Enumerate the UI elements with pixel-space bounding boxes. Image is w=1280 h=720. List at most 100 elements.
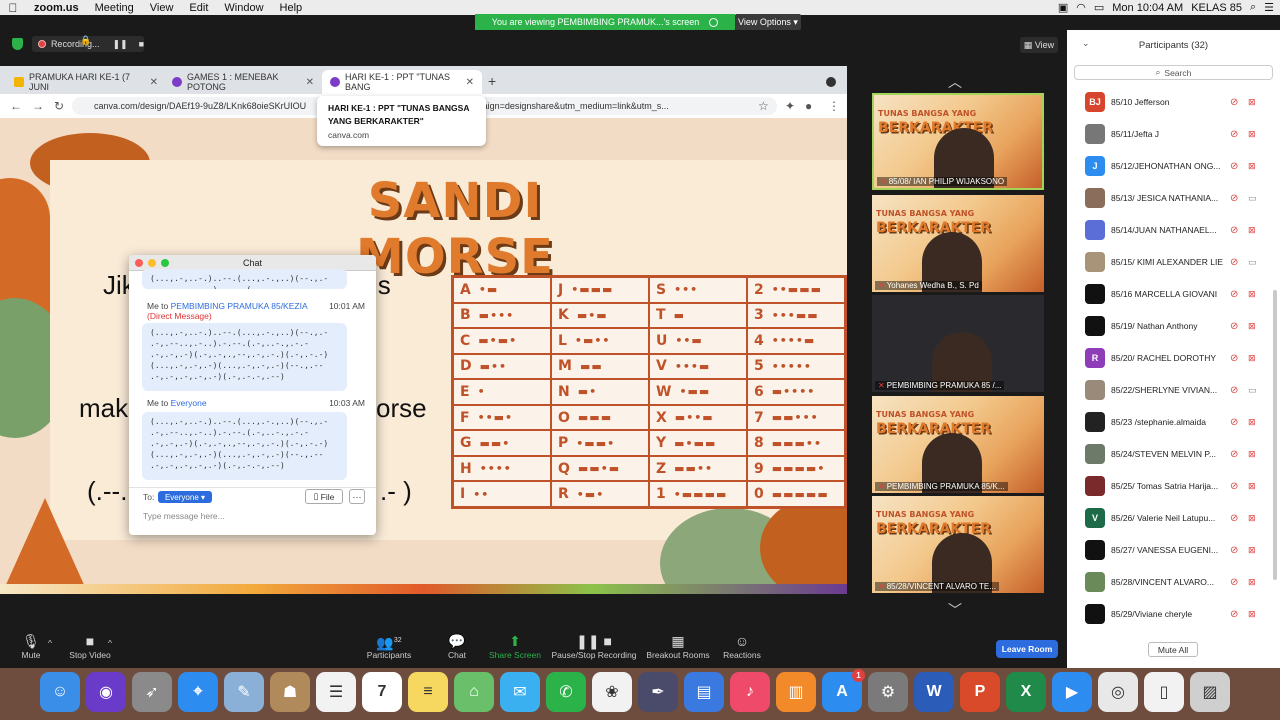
participant-row[interactable]: V 85/26/ Valerie Neil Latupu... ⊘ ⊠ — [1067, 502, 1280, 534]
close-icon[interactable]: ✕ — [466, 77, 474, 88]
dock-documents-icon[interactable]: ▯ — [1144, 672, 1184, 712]
reactions-button[interactable]: ☺ Reactions — [722, 632, 762, 660]
video-tile[interactable]: TUNAS BANGSA YANG BERKARAKTER ✕ PEMBIMBING … — [872, 396, 1044, 493]
bookmark-star-icon[interactable]: ☆ — [758, 99, 769, 113]
view-options-button[interactable]: View Options ▾ — [735, 14, 801, 30]
video-tile[interactable]: ✕ PEMBIMBING PRAMUKA 85 /... — [872, 295, 1044, 392]
muted-mic-icon[interactable]: ⊘ — [1230, 97, 1238, 108]
tab-search-icon[interactable] — [826, 77, 836, 87]
participants-search-input[interactable]: ⌕ Search — [1074, 65, 1273, 80]
participant-row[interactable]: 85/14/JUAN NATHANAEL... ⊘ ⊠ — [1067, 214, 1280, 246]
battery-icon[interactable]: ▭ — [1094, 1, 1104, 14]
menu-window[interactable]: Window — [216, 2, 271, 14]
muted-mic-icon[interactable]: ⊘ — [1230, 513, 1238, 524]
video-tile[interactable]: TUNAS BANGSA YANG BERKARAKTER ✕ 85/08/ IAN … — [872, 93, 1044, 190]
browser-tab-hari-ke-1[interactable]: HARI KE-1 : PPT "TUNAS BANG ✕ — [322, 70, 482, 94]
wifi-icon[interactable]: ◠ — [1076, 1, 1086, 14]
video-off-icon[interactable]: ⊠ — [1248, 353, 1256, 364]
menu-help[interactable]: Help — [272, 2, 311, 14]
dock-trash-icon[interactable]: ▨ — [1190, 672, 1230, 712]
muted-mic-icon[interactable]: ⊘ — [1230, 225, 1238, 236]
participant-row[interactable]: 85/15/ KIMI ALEXANDER LIE ⊘ ▭ — [1067, 246, 1280, 278]
participant-row[interactable]: BJ 85/10 Jefferson ⊘ ⊠ — [1067, 86, 1280, 118]
dock-siri-icon[interactable]: ◉ — [86, 672, 126, 712]
dock-messages-icon[interactable]: ✉ — [500, 672, 540, 712]
pause-stop-recording-button[interactable]: ❚❚ ■ Pause/Stop Recording — [551, 632, 637, 660]
close-icon[interactable]: ✕ — [150, 77, 158, 88]
dock-finder-icon[interactable]: ☺ — [40, 672, 80, 712]
dock-launchpad-icon[interactable]: ➶ — [132, 672, 172, 712]
browser-tab-games[interactable]: GAMES 1 : MENEBAK POTONG ✕ — [164, 70, 322, 94]
dock-system-preferences-icon[interactable]: ⚙ — [868, 672, 908, 712]
muted-mic-icon[interactable]: ⊘ — [1230, 129, 1238, 140]
breakout-rooms-button[interactable]: ▦ Breakout Rooms — [646, 632, 710, 660]
participant-row[interactable]: 85/25/ Tomas Satria Harija... ⊘ ⊠ — [1067, 470, 1280, 502]
participant-row[interactable]: 85/22/SHERLYNE VIVIAN... ⊘ ▭ — [1067, 374, 1280, 406]
dock-photos-icon[interactable]: ❀ — [592, 672, 632, 712]
muted-mic-icon[interactable]: ⊘ — [1230, 257, 1238, 268]
spotlight-icon[interactable]: ⌕ — [1250, 1, 1256, 14]
pause-recording-icon[interactable]: ❚❚ — [112, 39, 127, 50]
video-off-icon[interactable]: ⊠ — [1248, 513, 1256, 524]
collapse-panel-icon[interactable]: ⌄ — [1082, 38, 1090, 49]
muted-mic-icon[interactable]: ⊘ — [1230, 545, 1238, 556]
control-center-icon[interactable]: ☰ — [1264, 1, 1274, 14]
leave-room-button[interactable]: Leave Room — [996, 640, 1058, 658]
dock-facetime-icon[interactable]: ✆ — [546, 672, 586, 712]
lock-icon[interactable]: 🔒 — [80, 35, 91, 46]
video-off-icon[interactable]: ⊠ — [1248, 481, 1256, 492]
participant-row[interactable]: 85/16 MARCELLA GIOVANI ⊘ ⊠ — [1067, 278, 1280, 310]
close-icon[interactable]: ✕ — [306, 77, 314, 88]
muted-mic-icon[interactable]: ⊘ — [1230, 481, 1238, 492]
profile-avatar-icon[interactable]: ● — [805, 99, 812, 113]
participant-row[interactable]: J 85/12/JEHONATHAN ONG... ⊘ ⊠ — [1067, 150, 1280, 182]
video-off-icon[interactable]: ⊠ — [1248, 449, 1256, 460]
menubar-clock[interactable]: Mon 10:04 AM — [1112, 2, 1183, 14]
participants-scrollbar[interactable] — [1273, 290, 1277, 580]
dock-word-icon[interactable]: W — [914, 672, 954, 712]
muted-mic-icon[interactable]: ⊘ — [1230, 353, 1238, 364]
participant-row[interactable]: 85/24/STEVEN MELVIN P... ⊘ ⊠ — [1067, 438, 1280, 470]
muted-mic-icon[interactable]: ⊘ — [1230, 417, 1238, 428]
zoom-window-icon[interactable] — [161, 259, 169, 267]
zoom-status-icon[interactable]: ▣ — [1058, 1, 1068, 14]
video-tile[interactable]: TUNAS BANGSA YANG BERKARAKTER ✕ 85/28/VINCE… — [872, 496, 1044, 593]
participant-row[interactable]: R 85/20/ RACHEL DOROTHY ⊘ ⊠ — [1067, 342, 1280, 374]
dock-notes-icon[interactable]: ≡ — [408, 672, 448, 712]
muted-mic-icon[interactable]: ⊘ — [1230, 161, 1238, 172]
reload-icon[interactable]: ↻ — [54, 99, 64, 113]
stop-video-button[interactable]: ■ Stop Video — [66, 632, 114, 660]
chat-more-button[interactable]: ··· — [349, 489, 365, 504]
dock-keynote-icon[interactable]: ▤ — [684, 672, 724, 712]
browser-menu-icon[interactable]: ⋮ — [828, 99, 840, 113]
dock-zoom-icon[interactable]: ▶ — [1052, 672, 1092, 712]
video-off-icon[interactable]: ⊠ — [1248, 225, 1256, 236]
menu-meeting[interactable]: Meeting — [87, 2, 142, 14]
participant-row[interactable]: 85/11/Jefta J ⊘ ⊠ — [1067, 118, 1280, 150]
dock-safari-icon[interactable]: ⌖ — [178, 672, 218, 712]
menu-edit[interactable]: Edit — [181, 2, 216, 14]
chat-recipient-link[interactable]: PEMBIMBING PRAMUKA 85/KEZIA — [171, 301, 308, 311]
chat-recipient-dropdown[interactable]: Everyone ▾ — [158, 491, 212, 503]
video-off-icon[interactable]: ⊠ — [1248, 417, 1256, 428]
browser-tab-pramuka[interactable]: PRAMUKA HARI KE-1 (7 JUNI ✕ — [6, 70, 166, 94]
dock-music-icon[interactable]: ♪ — [730, 672, 770, 712]
participant-row[interactable]: 85/28/VINCENT ALVARO... ⊘ ⊠ — [1067, 566, 1280, 598]
video-off-icon[interactable]: ⊠ — [1248, 161, 1256, 172]
close-window-icon[interactable] — [135, 259, 143, 267]
dock-app-store-icon[interactable]: A1 — [822, 669, 865, 712]
muted-mic-icon[interactable]: ⊘ — [1230, 609, 1238, 620]
menubar-user[interactable]: KELAS 85 — [1191, 2, 1242, 14]
menu-app-name[interactable]: zoom.us — [26, 2, 87, 14]
dock-powerpoint-icon[interactable]: P — [960, 672, 1000, 712]
view-button[interactable]: ▦ View — [1020, 37, 1058, 53]
chat-button[interactable]: 💬 Chat — [444, 632, 470, 660]
chat-file-button[interactable]: ▯ File — [305, 489, 343, 504]
minimize-window-icon[interactable] — [148, 259, 156, 267]
forward-icon[interactable]: → — [32, 99, 44, 113]
participant-row[interactable]: 85/27/ VANESSA EUGENI... ⊘ ⊠ — [1067, 534, 1280, 566]
stop-recording-icon[interactable]: ■ — [139, 39, 144, 49]
video-camera-icon[interactable]: ▭ — [1248, 257, 1257, 268]
muted-mic-icon[interactable]: ⊘ — [1230, 289, 1238, 300]
muted-mic-icon[interactable]: ⊘ — [1230, 449, 1238, 460]
